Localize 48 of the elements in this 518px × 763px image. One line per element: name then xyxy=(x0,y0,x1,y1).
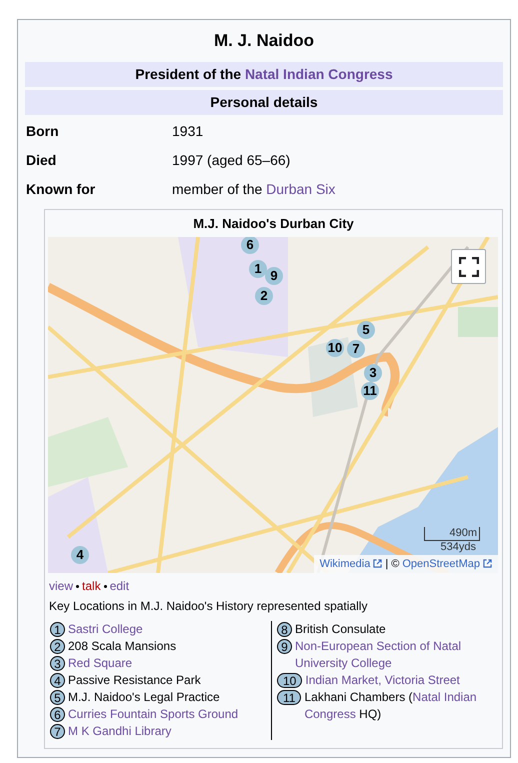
detail-label: Known for xyxy=(25,180,96,198)
link[interactable]: Wikimedia xyxy=(320,556,370,572)
link[interactable]: talk xyxy=(82,577,101,595)
map-caption: M.J. Naidoo's Durban City xyxy=(192,214,355,233)
link[interactable]: Natal Indian Congress xyxy=(244,66,393,82)
number-badge: 9 xyxy=(277,639,292,654)
external-link-icon xyxy=(373,559,382,568)
legend-label[interactable]: Passive Resistance Park xyxy=(68,672,201,689)
number-badge: 8 xyxy=(277,622,292,637)
legend-title: Key Locations in M.J. Naidoo's History represented spatially xyxy=(48,598,368,615)
attribution-separator: | © xyxy=(385,556,400,572)
legend-label[interactable]: Red Square xyxy=(68,655,132,672)
office-header: President of the Natal Indian Congress xyxy=(25,62,503,86)
number-badge: 1 xyxy=(50,622,65,637)
number-badge: 10 xyxy=(277,673,302,688)
link[interactable]: edit xyxy=(110,577,130,595)
infobox-title: M. J. Naidoo xyxy=(212,30,316,52)
legend-label[interactable]: Sastri College xyxy=(68,621,143,638)
fullscreen-icon xyxy=(458,256,478,276)
number-badge: 11 xyxy=(277,690,302,705)
scale-label: 534yds xyxy=(440,541,477,554)
map[interactable]: 6 1 9 2 5 10 7 3 11 4 490m 534yds Wikimedia | © OpenStreetMap xyxy=(48,237,498,573)
legend-label[interactable]: Curries Fountain Sports Ground xyxy=(68,706,238,723)
legend-label[interactable]: Non-European Section of Natal University College xyxy=(295,638,497,672)
scale-bar: 490m xyxy=(424,527,480,541)
detail-value: 1997 (aged 65–66) xyxy=(172,150,290,170)
number-badge: 7 xyxy=(50,724,65,739)
section-header: Personal details xyxy=(25,90,503,114)
detail-label: Born xyxy=(25,122,60,140)
detail-value: 1931 xyxy=(172,122,204,140)
legend-label[interactable]: 208 Scala Mansions xyxy=(68,638,176,655)
number-badge: 4 xyxy=(50,673,65,688)
fullscreen-button[interactable] xyxy=(451,249,486,284)
legend-label[interactable]: M.J. Naidoo's Legal Practice xyxy=(68,689,220,706)
legend-label[interactable]: British Consulate xyxy=(295,621,386,638)
link[interactable]: view xyxy=(49,577,74,595)
legend-label[interactable]: Indian Market, Victoria Street xyxy=(305,672,460,689)
detail-value: member of the Durban Six xyxy=(172,180,336,198)
number-badge: 3 xyxy=(50,656,65,671)
link[interactable]: Durban Six xyxy=(266,180,336,196)
legend-label[interactable]: M K Gandhi Library xyxy=(68,723,172,740)
number-badge: 5 xyxy=(50,690,65,705)
number-badge: 2 xyxy=(50,639,65,654)
link[interactable]: OpenStreetMap xyxy=(402,556,480,572)
legend-label[interactable]: Lakhani Chambers (Natal Indian Congress HQ) xyxy=(304,689,497,723)
detail-label: Died xyxy=(25,150,58,170)
number-badge: 6 xyxy=(50,707,65,722)
external-link-icon xyxy=(483,559,492,568)
